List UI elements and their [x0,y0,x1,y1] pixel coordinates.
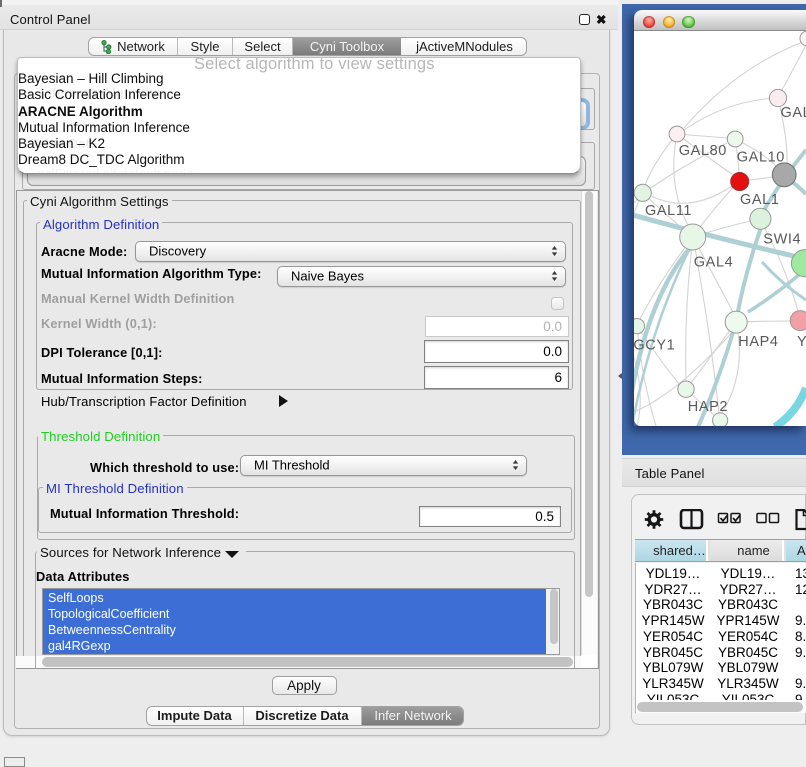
svg-text:GCY1: GCY1 [634,338,675,354]
svg-text:GAL80: GAL80 [679,143,727,159]
svg-text:Y: Y [797,334,806,350]
svg-text:GAL10: GAL10 [737,150,785,166]
svg-text:GAL1: GAL1 [740,192,779,208]
svg-text:GAL7: GAL7 [781,105,806,121]
svg-text:SWI4: SWI4 [763,232,801,248]
svg-text:HAP4: HAP4 [738,334,778,350]
svg-text:GAL11: GAL11 [645,203,692,219]
svg-text:GAL4: GAL4 [694,255,733,271]
svg-text:HAP2: HAP2 [688,399,728,415]
